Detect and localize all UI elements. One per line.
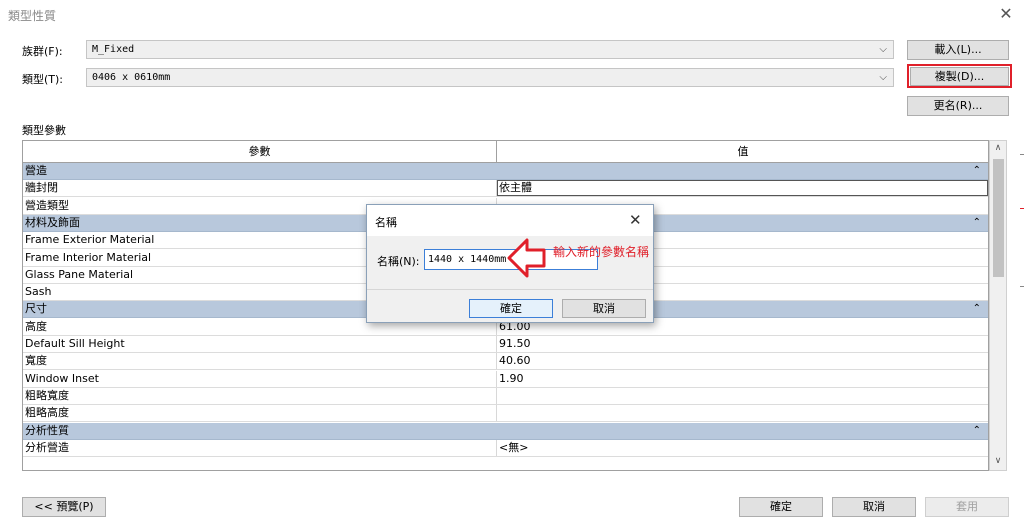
dialog-title: 名稱 [375,216,397,229]
type-label: 類型(T): [22,73,64,86]
param-value[interactable]: 1.90 [499,371,524,387]
group-label: 材料及飾面 [25,215,80,229]
param-name: Sash [25,285,52,299]
type-value: 0406 x 0610mm [92,72,171,83]
collapse-icon[interactable]: ⌃ [973,163,981,179]
dialog-title-bar: 名稱 ✕ [367,205,653,236]
table-row[interactable]: Default Sill Height 91.50 [23,336,988,353]
column-header-param[interactable]: 參數 [23,141,496,162]
table-row[interactable]: Window Inset 1.90 [23,370,988,388]
cell-divider [496,387,497,404]
param-name: 高度 [25,319,47,333]
param-name: 牆封閉 [25,181,58,195]
param-name: Window Inset [25,371,99,385]
param-name: Frame Interior Material [25,250,152,264]
table-row[interactable]: 粗略寬度 [23,387,988,405]
family-label: 族群(F): [22,45,63,58]
vertical-scrollbar[interactable]: ∧ ∨ [989,140,1007,471]
load-button[interactable]: 載入(L)... [907,40,1009,60]
chevron-down-icon: ⌵ [879,44,887,55]
param-value[interactable]: 91.50 [499,336,531,352]
param-value[interactable]: <無> [499,440,528,456]
left-arrow-icon [507,238,546,278]
family-value: M_Fixed [92,44,135,55]
param-name: 粗略寬度 [25,388,69,402]
column-header-value[interactable]: 值 [497,141,988,162]
ok-button[interactable]: 確定 [739,497,823,517]
group-header[interactable]: 營造 ⌃ [23,163,988,180]
table-row[interactable]: 寬度 40.60 [23,353,988,371]
param-name: 營造類型 [25,198,69,212]
param-name: 粗略高度 [25,406,69,420]
title-bar [0,0,1024,30]
background-window-edge [1016,130,1024,330]
grid-header: 參數 值 [23,141,988,163]
rename-button[interactable]: 更名(R)... [907,96,1009,116]
annotation-text: 輸入新的參數名稱 [553,245,650,259]
param-value[interactable]: 40.60 [499,353,531,369]
param-name: 分析營造 [25,440,69,454]
cell-divider [496,336,497,352]
cell-divider [496,353,497,370]
apply-button[interactable]: 套用 [925,497,1009,517]
table-row[interactable]: 牆封閉 依主體 [23,180,988,198]
collapse-icon[interactable]: ⌃ [973,423,981,439]
scroll-thumb[interactable] [993,159,1004,277]
param-name: 寬度 [25,354,47,368]
group-header[interactable]: 分析性質 ⌃ [23,422,988,440]
param-name: Frame Exterior Material [25,233,155,247]
close-icon[interactable]: ✕ [996,4,1016,24]
chevron-down-icon: ⌵ [879,72,887,83]
group-label: 營造 [25,164,47,177]
dialog-close-icon[interactable]: ✕ [629,211,642,229]
cell-divider [496,370,497,387]
selected-cell-outline [497,180,988,197]
table-row[interactable]: 分析營造 <無> [23,439,988,457]
name-label: 名稱(N): [377,255,420,268]
group-label: 尺寸 [25,302,47,316]
param-name: Default Sill Height [25,337,125,350]
table-row[interactable]: 粗略高度 [23,405,988,423]
type-params-label: 類型參數 [22,124,66,137]
type-dropdown[interactable]: 0406 x 0610mm ⌵ [86,68,894,87]
collapse-icon[interactable]: ⌃ [973,215,981,231]
group-label: 分析性質 [25,423,69,437]
preview-button[interactable]: << 預覽(P) [22,497,106,517]
window-title: 類型性質 [8,9,57,23]
cancel-button[interactable]: 取消 [832,497,916,517]
highlight-box [907,64,1012,88]
cell-divider [496,439,497,456]
dialog-ok-button[interactable]: 確定 [469,299,553,318]
collapse-icon[interactable]: ⌃ [973,301,981,317]
dialog-cancel-button[interactable]: 取消 [562,299,646,318]
family-dropdown[interactable]: M_Fixed ⌵ [86,40,894,59]
scroll-up-icon[interactable]: ∧ [990,143,1006,153]
scroll-down-icon[interactable]: ∨ [990,456,1006,466]
cell-divider [496,405,497,422]
param-name: Glass Pane Material [25,267,134,281]
